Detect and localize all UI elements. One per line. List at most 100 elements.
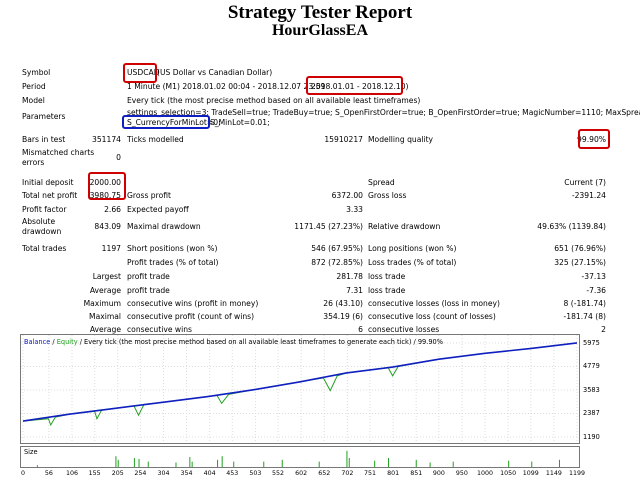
spread-value: Current (7) [564, 178, 606, 187]
legend-sep: / [52, 338, 55, 346]
x-tick-label: 652 [318, 470, 331, 477]
expected-payoff-value: 3.33 [346, 205, 363, 214]
x-tick-label: 552 [272, 470, 285, 477]
x-tick-label: 0 [20, 470, 26, 477]
mismatch-label-2: errors [22, 158, 45, 167]
long-positions-label: Long positions (won %) [368, 244, 457, 253]
x-tick-label: 801 [387, 470, 400, 477]
size-bar [175, 462, 177, 467]
average-profit-value: 7.31 [346, 286, 363, 295]
x-tick-label: 56 [44, 470, 53, 477]
size-bar [558, 459, 560, 467]
average-label: Average [89, 286, 121, 295]
x-tick-label: 205 [111, 470, 124, 477]
x-tick-label: 1099 [522, 470, 539, 477]
average-loss-label: loss trade [368, 286, 406, 295]
y-tick-label: 5975 [583, 339, 600, 347]
gross-profit-value: 6372.00 [331, 191, 363, 200]
legend-equity: Equity [56, 338, 78, 346]
profit-factor-label: Profit factor [22, 205, 67, 214]
size-bar [415, 459, 417, 467]
largest-loss-value: -37.13 [581, 272, 606, 281]
size-bar [263, 461, 265, 467]
x-tick-label: 1199 [568, 470, 586, 477]
x-tick-label: 900 [432, 470, 445, 477]
max-dd-value: 1171.45 (27.23%) [294, 222, 363, 231]
max-wins-label: consecutive wins (profit in money) [127, 299, 259, 308]
size-svg [36, 450, 560, 467]
parameters-label: Parameters [22, 112, 66, 121]
max-dd-label: Maximal drawdown [127, 222, 201, 231]
balance-equity-chart [20, 334, 580, 444]
long-positions-value: 651 (76.96%) [554, 244, 606, 253]
maximal-profit-value: 354.19 (6) [323, 312, 363, 321]
x-tick-label: 304 [157, 470, 170, 477]
x-tick-label: 503 [249, 470, 262, 477]
size-bar [348, 458, 350, 467]
chart-legend: Balance / Equity / Every tick (the most … [24, 338, 443, 346]
y-tick-label: 2387 [583, 409, 600, 418]
x-tick-label: 602 [295, 470, 308, 477]
size-bar [374, 460, 376, 467]
maximal-loss-label: consecutive loss (count of losses) [368, 312, 496, 321]
symbol-desc: (US Dollar vs Canadian Dollar) [157, 68, 273, 77]
maximal-profit-label: consecutive profit (count of wins) [127, 312, 255, 321]
average-profit-label: profit trade [127, 286, 170, 295]
size-bar [115, 456, 117, 467]
short-positions-value: 546 (67.95%) [311, 244, 363, 253]
profit-trades-label: Profit trades (% of total) [127, 258, 219, 267]
bars-label: Bars in test [22, 135, 66, 144]
expected-payoff-label: Expected payoff [127, 205, 189, 214]
largest-profit-label: profit trade [127, 272, 170, 281]
x-tick-label: 751 [363, 470, 377, 477]
size-bar [452, 461, 454, 467]
size-bar [147, 461, 149, 467]
size-bar [281, 459, 283, 467]
maximal-label: Maximal [89, 312, 121, 321]
maximum-label: Maximum [83, 299, 121, 308]
x-tick-label: 354 [180, 470, 193, 477]
quality-label: Modelling quality [368, 135, 434, 144]
bars-value: 351174 [92, 135, 121, 144]
max-wins-value: 26 (43.10) [323, 299, 363, 308]
parameters-rest: S_MinLot=0.01; [210, 118, 270, 127]
report-subtitle: HourGlassEA [271, 22, 368, 39]
rel-dd-label: Relative drawdown [368, 222, 441, 231]
x-tick-label: 155 [88, 470, 101, 477]
period-highlight-box [306, 76, 403, 95]
largest-profit-value: 281.78 [336, 272, 363, 281]
x-tick-label: 404 [203, 470, 216, 477]
model-value: Every tick (the most precise method base… [127, 96, 421, 105]
x-tick-label: 1149 [545, 470, 562, 477]
quality-highlight-box [578, 129, 610, 149]
largest-loss-label: loss trade [368, 272, 406, 281]
size-bar [233, 461, 235, 467]
x-tick-label: 1050 [500, 470, 517, 477]
size-bar [191, 461, 193, 467]
symbol-label: Symbol [22, 68, 51, 77]
y-tick-label: 4779 [583, 362, 600, 371]
legend-balance: Balance [24, 338, 51, 346]
period-label: Period [22, 82, 46, 91]
legend-rest: / Every tick (the most precise method ba… [79, 338, 443, 346]
size-bar [508, 460, 510, 467]
max-losses-value: 8 (-181.74) [563, 299, 606, 308]
size-bar [429, 462, 431, 467]
net-profit-label: Total net profit [22, 191, 78, 200]
size-bar [318, 461, 320, 467]
total-trades-value: 1197 [101, 244, 121, 253]
abs-dd-label-1: Absolute [22, 217, 56, 226]
size-bar [36, 465, 38, 467]
short-positions-label: Short positions (won %) [127, 244, 218, 253]
max-losses-label: consecutive losses (loss in money) [368, 299, 500, 308]
series-line-balance [22, 342, 578, 422]
mismatch-value: 0 [116, 153, 121, 162]
profit-factor-value: 2.66 [104, 205, 121, 214]
deposit-profit-highlight-box [88, 172, 126, 200]
size-bar [346, 450, 348, 467]
series-line-equity [22, 342, 578, 427]
size-bar [388, 458, 390, 467]
x-tick-label: 453 [226, 470, 239, 477]
y-tick-label: 1190 [583, 433, 600, 441]
ticks-value: 15910217 [324, 135, 363, 144]
